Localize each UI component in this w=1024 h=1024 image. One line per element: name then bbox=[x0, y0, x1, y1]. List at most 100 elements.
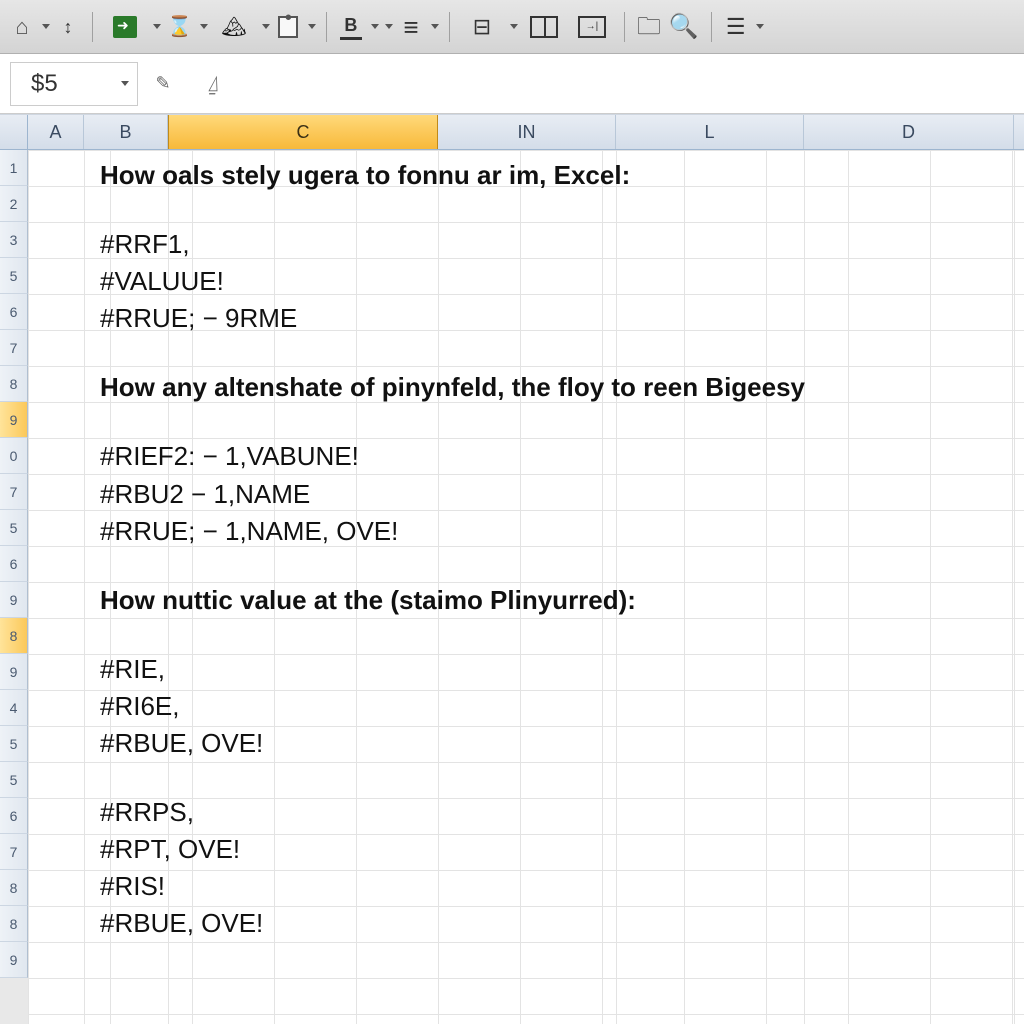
number-format-button[interactable] bbox=[570, 12, 614, 42]
toolbar-separator bbox=[711, 12, 712, 42]
row-header[interactable]: 7 bbox=[0, 474, 28, 510]
row-header[interactable]: 8 bbox=[0, 618, 28, 654]
list-dropdown[interactable] bbox=[754, 12, 764, 42]
align-dropdown[interactable] bbox=[429, 12, 439, 42]
row-header[interactable]: 6 bbox=[0, 546, 28, 582]
merge-cells-button[interactable] bbox=[522, 12, 566, 42]
chevron-down-icon bbox=[431, 24, 439, 29]
column-header[interactable]: IN bbox=[438, 115, 616, 149]
row-header[interactable]: 8 bbox=[0, 366, 28, 402]
formula-input[interactable] bbox=[238, 62, 1024, 106]
row-header[interactable]: 0 bbox=[0, 438, 28, 474]
row-header[interactable]: 3 bbox=[0, 222, 28, 258]
row-header[interactable]: 4 bbox=[0, 690, 28, 726]
chevron-down-icon bbox=[308, 24, 316, 29]
home-dropdown[interactable] bbox=[40, 12, 50, 42]
border-dropdown[interactable] bbox=[369, 12, 379, 42]
blank-line bbox=[100, 195, 1004, 227]
insert-icon bbox=[113, 16, 137, 38]
chevron-down-icon bbox=[200, 24, 208, 29]
merge-button[interactable] bbox=[460, 12, 504, 42]
column-header[interactable]: C bbox=[168, 115, 438, 149]
row-header[interactable]: 9 bbox=[0, 402, 28, 438]
cell-text: #RPT, OVE! bbox=[100, 832, 1004, 867]
formula-bar: ✎ ⍙ bbox=[138, 62, 1024, 106]
list-button[interactable] bbox=[722, 12, 750, 42]
clipboard-dropdown[interactable] bbox=[306, 12, 316, 42]
row-header[interactable]: 5 bbox=[0, 762, 28, 798]
cells-area[interactable]: How oals stely ugera to fonnu ar im, Exc… bbox=[28, 150, 1024, 1024]
insert-dropdown[interactable] bbox=[151, 12, 161, 42]
blank-line bbox=[100, 338, 1004, 370]
row-header[interactable]: 5 bbox=[0, 726, 28, 762]
cell-text: #RRPS, bbox=[100, 795, 1004, 830]
cell-text: #RRUE; − 9RME bbox=[100, 301, 1004, 336]
row-header[interactable]: 9 bbox=[0, 654, 28, 690]
cell-text: #RBUE, OVE! bbox=[100, 906, 1004, 941]
hourglass-button[interactable] bbox=[165, 12, 194, 42]
toolbar-separator bbox=[624, 12, 625, 42]
column-header[interactable]: A bbox=[28, 115, 84, 149]
border-button[interactable] bbox=[337, 12, 365, 42]
row-header[interactable]: 5 bbox=[0, 510, 28, 546]
column-header[interactable]: B bbox=[84, 115, 168, 149]
toolbar-separator bbox=[449, 12, 450, 42]
fx-button[interactable]: ⍙ bbox=[194, 65, 232, 103]
folder-button[interactable] bbox=[635, 12, 663, 42]
sheet-content: How oals stely ugera to fonnu ar im, Exc… bbox=[100, 158, 1004, 944]
row-header[interactable]: 8 bbox=[0, 870, 28, 906]
row-header[interactable]: 6 bbox=[0, 798, 28, 834]
row-header[interactable]: 5 bbox=[0, 258, 28, 294]
row-header[interactable]: 1 bbox=[0, 150, 28, 186]
column-header[interactable]: L bbox=[616, 115, 804, 149]
select-all-corner[interactable] bbox=[0, 115, 28, 149]
chevron-down-icon bbox=[42, 24, 50, 29]
cell-text: #RIEF2: − 1,VABUNE! bbox=[100, 439, 1004, 474]
chart-icon bbox=[221, 17, 246, 37]
search-button[interactable] bbox=[667, 12, 701, 42]
cell-text: #RIE, bbox=[100, 652, 1004, 687]
name-box-value: $5 bbox=[31, 70, 58, 98]
sort-button[interactable] bbox=[54, 12, 82, 42]
home-button[interactable] bbox=[8, 12, 36, 42]
cell-text: #RRUE; − 1,NAME, OVE! bbox=[100, 514, 1004, 549]
cell-text: How nuttic value at the (staimo Plinyurr… bbox=[100, 583, 1004, 618]
column-header[interactable]: D bbox=[804, 115, 1014, 149]
row-header[interactable]: 7 bbox=[0, 834, 28, 870]
hourglass-dropdown[interactable] bbox=[198, 12, 208, 42]
folder-icon bbox=[637, 15, 661, 39]
main-toolbar bbox=[0, 0, 1024, 54]
align-icon bbox=[403, 14, 418, 40]
row-header[interactable]: 9 bbox=[0, 582, 28, 618]
chart-dropdown[interactable] bbox=[260, 12, 270, 42]
chevron-down-icon bbox=[510, 24, 518, 29]
list-icon bbox=[726, 16, 746, 38]
row-header[interactable]: 8 bbox=[0, 906, 28, 942]
clipboard-icon bbox=[278, 16, 298, 38]
fx-icon: ⍙ bbox=[206, 71, 219, 97]
chart-button[interactable] bbox=[212, 12, 256, 42]
row-header[interactable]: 9 bbox=[0, 942, 28, 978]
cell-text: #RIS! bbox=[100, 869, 1004, 904]
name-box[interactable]: $5 bbox=[10, 62, 138, 106]
row-header[interactable]: 6 bbox=[0, 294, 28, 330]
cancel-button[interactable]: ✎ bbox=[144, 65, 182, 103]
border-dropdown-2[interactable] bbox=[383, 12, 393, 42]
row-header-column: 12356789075698945567889 bbox=[0, 150, 28, 1024]
border-icon bbox=[340, 16, 362, 38]
hourglass-icon bbox=[167, 17, 192, 37]
merge-cells-icon bbox=[530, 16, 558, 38]
cell-text: How oals stely ugera to fonnu ar im, Exc… bbox=[100, 158, 1004, 193]
number-format-icon bbox=[578, 16, 606, 38]
insert-button[interactable] bbox=[103, 12, 147, 42]
clipboard-button[interactable] bbox=[274, 12, 302, 42]
chevron-down-icon bbox=[153, 24, 161, 29]
align-button[interactable] bbox=[397, 12, 425, 42]
chevron-down-icon bbox=[756, 24, 764, 29]
home-icon bbox=[15, 16, 28, 38]
sortAZ-icon bbox=[64, 17, 73, 37]
cell-text: #RRF1, bbox=[100, 227, 1004, 262]
merge-dropdown[interactable] bbox=[508, 12, 518, 42]
row-header[interactable]: 2 bbox=[0, 186, 28, 222]
row-header[interactable]: 7 bbox=[0, 330, 28, 366]
